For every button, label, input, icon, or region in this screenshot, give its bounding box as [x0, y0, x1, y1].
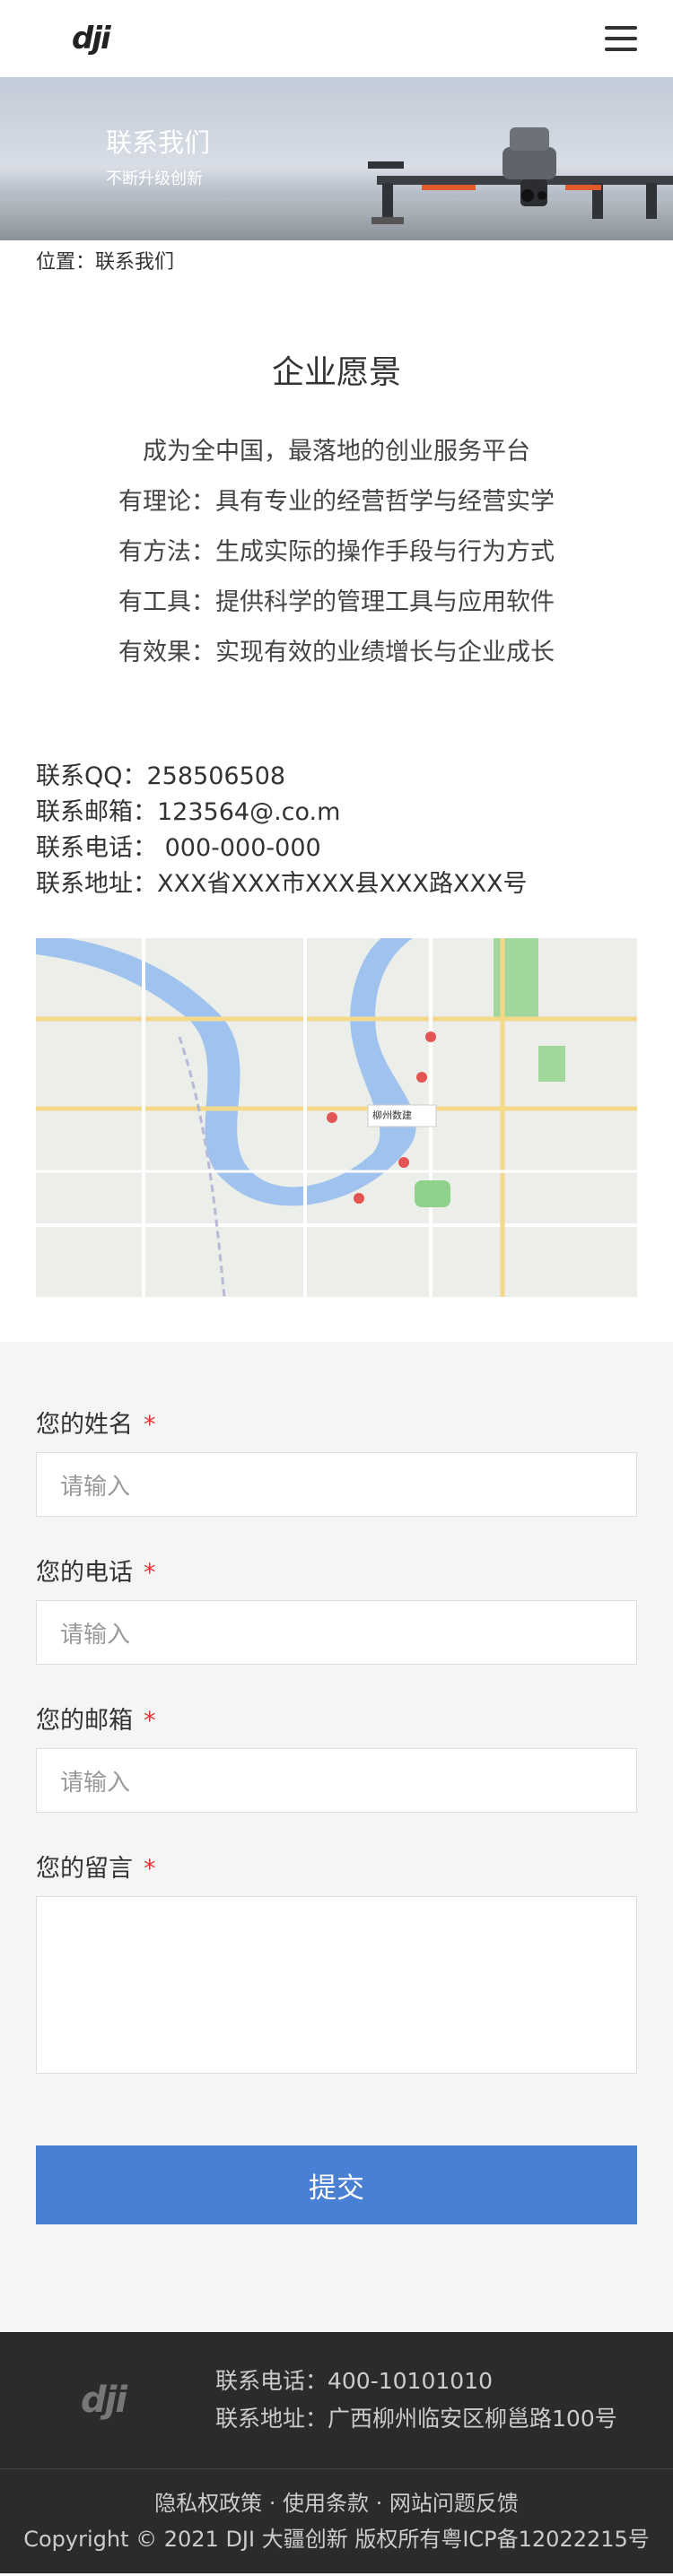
contact-qq: 联系QQ：258506508 — [36, 762, 286, 790]
hamburger-menu-icon[interactable] — [605, 26, 637, 51]
phone-input[interactable]: 请输入 — [36, 1600, 637, 1665]
email-input[interactable]: 请输入 — [36, 1748, 637, 1813]
footer-address: 联系地址：广西柳州临安区柳邕路100号 — [215, 2406, 617, 2432]
vision-line: 有理论：具有专业的经营哲学与经营实学 — [118, 488, 555, 516]
copyright: Copyright © 2021 DJI 大疆创新 版权所有粤ICP备12022… — [23, 2527, 650, 2552]
menu-bar — [605, 37, 637, 40]
required-mark: * — [144, 1411, 156, 1439]
drone-image — [368, 127, 673, 224]
vision-title: 企业愿景 — [271, 354, 401, 391]
contact-info: 联系QQ：258506508 联系邮箱：123564@.co.m 联系电话： 0… — [0, 759, 673, 902]
phone-label: 您的电话 * — [36, 1553, 637, 1588]
vision-section: 企业愿景 成为全中国，最落地的创业服务平台 有理论：具有专业的经营哲学与经营实学… — [0, 346, 673, 678]
menu-bar — [605, 48, 637, 51]
banner-title: 联系我们 — [106, 127, 211, 158]
link-separator: · — [262, 2491, 283, 2516]
phone-label-text: 您的电话 — [36, 1559, 133, 1587]
page-banner: 联系我们 不断升级创新 — [0, 77, 673, 240]
footer-info: 联系电话：400-10101010 联系地址：广西柳州临安区柳邕路100号 — [215, 2363, 617, 2438]
footer-bottom: 隐私权政策 · 使用条款 · 网站问题反馈 Copyright © 2021 D… — [0, 2469, 673, 2573]
menu-bar — [605, 26, 637, 30]
contact-email: 联系邮箱：123564@.co.m — [36, 798, 341, 826]
required-mark: * — [144, 1707, 156, 1735]
privacy-policy-link[interactable]: 隐私权政策 — [154, 2491, 262, 2516]
message-label-text: 您的留言 — [36, 1855, 133, 1883]
vision-line: 有效果：实现有效的业绩增长与企业成长 — [118, 639, 555, 666]
site-feedback-link[interactable]: 网站问题反馈 — [389, 2491, 519, 2516]
contact-address: 联系地址：XXX省XXX市XXX县XXX路XXX号 — [36, 870, 528, 898]
name-placeholder: 请输入 — [60, 1473, 131, 1501]
required-mark: * — [144, 1559, 156, 1587]
phone-placeholder: 请输入 — [60, 1621, 131, 1649]
terms-of-use-link[interactable]: 使用条款 — [283, 2491, 369, 2516]
name-input[interactable]: 请输入 — [36, 1452, 637, 1517]
contact-phone: 联系电话： 000-000-000 — [36, 834, 321, 862]
banner-subtitle: 不断升级创新 — [106, 170, 203, 188]
dji-logo[interactable]: dji — [72, 21, 111, 57]
message-form: 您的姓名 * 请输入 您的电话 * 请输入 您的邮箱 * 请输入 您的留言 * 提交 — [0, 1342, 673, 2332]
site-footer: dji 联系电话：400-10101010 联系地址：广西柳州临安区柳邕路100… — [0, 2332, 673, 2573]
footer-dji-logo[interactable]: dji — [81, 2380, 215, 2421]
name-label-text: 您的姓名 — [36, 1411, 133, 1439]
site-header: dji — [0, 0, 673, 77]
map-marker-label: 柳州数建 — [372, 1110, 412, 1121]
message-textarea[interactable] — [36, 1896, 637, 2074]
footer-links: 隐私权政策 · 使用条款 · 网站问题反馈 — [0, 2485, 673, 2521]
email-label: 您的邮箱 * — [36, 1701, 637, 1736]
message-label: 您的留言 * — [36, 1849, 637, 1884]
footer-phone: 联系电话：400-10101010 — [215, 2368, 493, 2394]
vision-line: 成为全中国，最落地的创业服务平台 — [143, 438, 530, 466]
required-mark: * — [144, 1855, 156, 1883]
location-map[interactable]: 柳州数建 — [36, 938, 637, 1297]
breadcrumb: 位置：联系我们 — [36, 251, 175, 274]
email-placeholder: 请输入 — [60, 1769, 131, 1797]
map-graphic — [36, 938, 637, 1297]
vision-line: 有工具：提供科学的管理工具与应用软件 — [118, 588, 555, 616]
vision-line: 有方法：生成实际的操作手段与行为方式 — [118, 538, 555, 566]
footer-contact: dji 联系电话：400-10101010 联系地址：广西柳州临安区柳邕路100… — [0, 2332, 673, 2469]
name-label: 您的姓名 * — [36, 1405, 637, 1440]
email-label-text: 您的邮箱 — [36, 1707, 133, 1735]
submit-button[interactable]: 提交 — [36, 2145, 637, 2224]
link-separator: · — [369, 2491, 389, 2516]
